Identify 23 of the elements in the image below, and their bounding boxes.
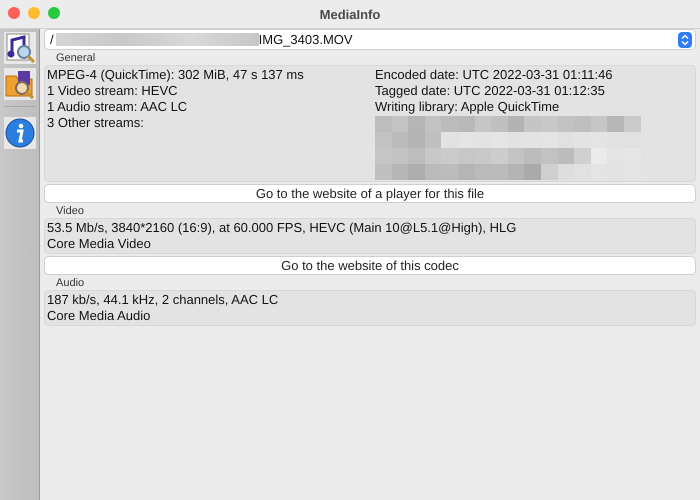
section-heading: General: [56, 52, 96, 65]
website-button[interactable]: Go to the website of this codec: [44, 256, 696, 275]
file-dropdown[interactable]: / IMG_3403.MOV: [44, 29, 696, 50]
info-text: MPEG-4 (QuickTime): 302 MiB, 47 s 137 ms: [47, 67, 305, 83]
folder-icon[interactable]: [4, 68, 36, 100]
info-text: Tagged date: UTC 2022-03-31 01:12:35: [375, 83, 606, 99]
website-button[interactable]: Go to the website of a player for this file: [44, 184, 696, 203]
section-heading: Video: [56, 205, 85, 218]
close-button[interactable]: [8, 7, 20, 19]
info-text: Encoded date: UTC 2022-03-31 01:11:46: [375, 67, 614, 83]
info-text: 1 Video stream: HEVC: [47, 83, 179, 99]
info-text: Writing library: Apple QuickTime: [375, 99, 560, 115]
info-text: 187 kb/s, 44.1 kHz, 2 channels, AAC LC: [47, 292, 280, 308]
info-text: 1 Audio stream: AAC LC: [47, 99, 188, 115]
dropdown-arrows-icon: [678, 32, 692, 48]
info-text: Core Media Audio: [47, 308, 152, 324]
info-text: 53.5 Mb/s, 3840*2160 (16:9), at 60.000 FPS, HEVC (Main 10@L5.1@High), HLG: [47, 220, 518, 236]
info-icon[interactable]: [4, 117, 36, 149]
info-text: Core Media Video: [47, 236, 152, 252]
music-file-icon[interactable]: [4, 32, 36, 64]
window-title: MediaInfo: [320, 6, 380, 22]
section-heading: Audio: [56, 277, 86, 290]
info-text: 3 Other streams:: [47, 115, 145, 131]
